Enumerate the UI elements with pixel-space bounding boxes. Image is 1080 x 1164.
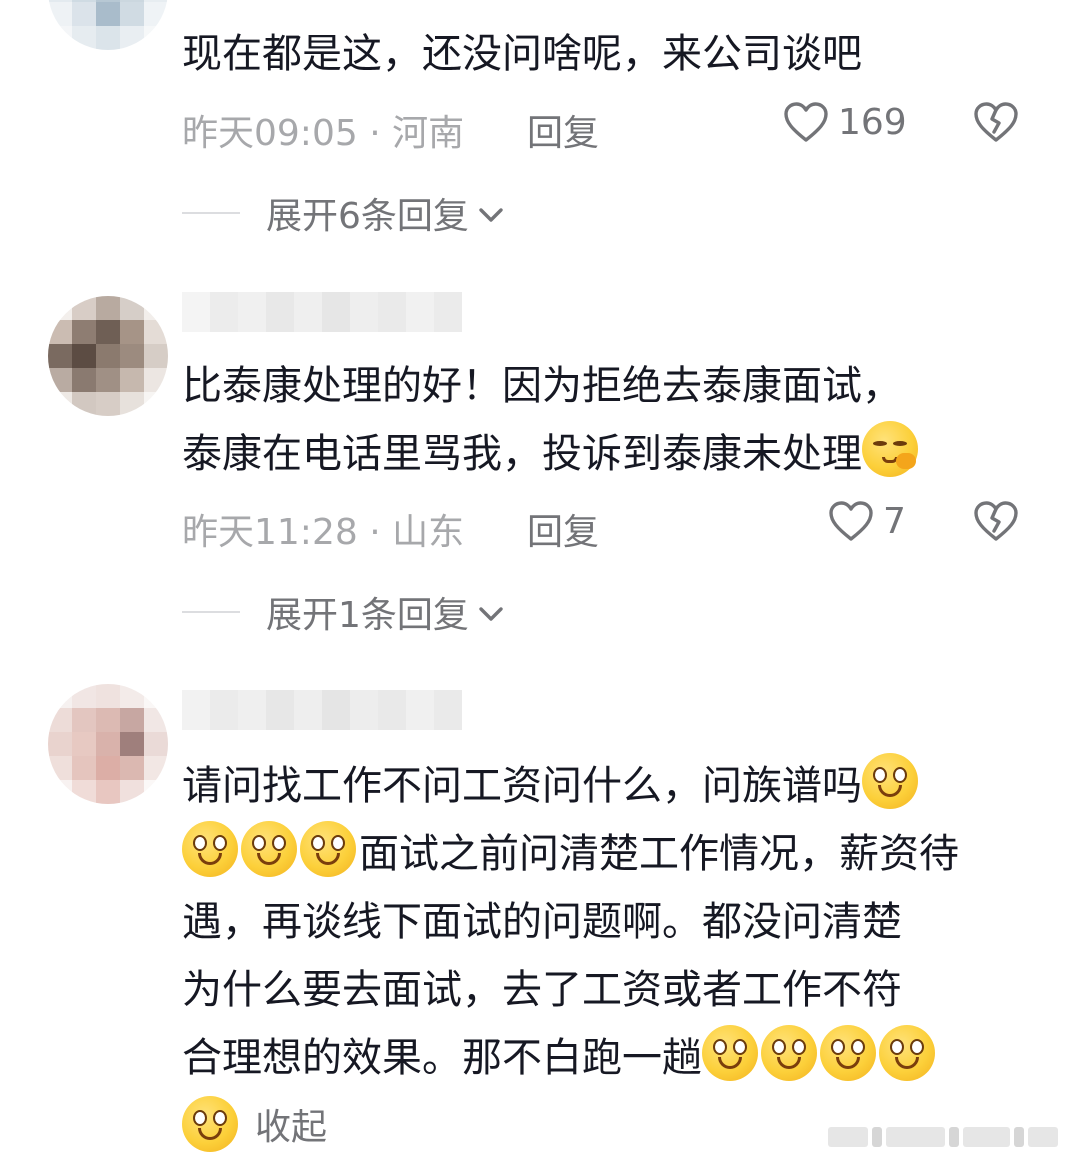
reply-button[interactable]: 回复: [527, 503, 599, 555]
smile-emoji: [300, 821, 356, 877]
comment-text: 请问找工作不问工资问什么，问族谱吗 面试之前问清楚工作情况，薪资待 遇，再谈线下…: [182, 752, 1042, 1092]
smile-emoji: [820, 1025, 876, 1081]
like-button[interactable]: 7: [827, 499, 906, 543]
comment-meta: 昨天09:05 · 河南 回复 169: [182, 100, 1042, 154]
watermark: [828, 1124, 1058, 1150]
comment-text-line: 请问找工作不问工资问什么，问族谱吗: [182, 763, 862, 809]
comment-text-line: 合理想的效果。那不白跑一趟: [182, 1035, 702, 1081]
like-count: 169: [838, 101, 907, 143]
comment-meta: 昨天11:28 · 山东 回复 7: [182, 499, 1042, 553]
comment-text: 比泰康处理的好！因为拒绝去泰康面试， 泰康在电话里骂我，投诉到泰康未处理: [182, 352, 1042, 488]
reply-button[interactable]: 回复: [527, 104, 599, 156]
expand-replies-button[interactable]: 展开1条回复: [182, 587, 682, 637]
comment-text-line: 为什么要去面试，去了工资或者工作不符: [182, 967, 902, 1013]
comment-text: 现在都是这，还没问啥呢，来公司谈吧: [182, 31, 862, 77]
username[interactable]: [182, 292, 462, 332]
expand-replies-label: 展开1条回复: [266, 595, 469, 636]
divider: [182, 611, 240, 613]
smile-emoji: [879, 1025, 935, 1081]
avatar[interactable]: [48, 684, 168, 804]
expand-replies-label: 展开6条回复: [266, 196, 469, 237]
collapse-button[interactable]: 收起: [255, 1098, 327, 1150]
divider: [182, 212, 240, 214]
expand-replies-button[interactable]: 展开6条回复: [182, 188, 682, 238]
smile-emoji: [761, 1025, 817, 1081]
heart-outline-icon: [827, 499, 875, 543]
comment-text-line: 面试之前问清楚工作情况，薪资待: [359, 831, 959, 877]
comment-text-line: 比泰康处理的好！因为拒绝去泰康面试，: [182, 363, 902, 409]
broken-heart-icon: [972, 499, 1020, 543]
dislike-button[interactable]: [972, 499, 1020, 543]
broken-heart-icon: [972, 100, 1020, 144]
dislike-button[interactable]: [972, 100, 1020, 144]
avatar[interactable]: [48, 0, 168, 50]
comment-text-line: 遇，再谈线下面试的问题啊。都没问清楚: [182, 899, 902, 945]
chevron-down-icon: [477, 592, 505, 633]
smile-emoji: [182, 821, 238, 877]
username[interactable]: [182, 690, 462, 730]
avatar[interactable]: [48, 296, 168, 416]
chevron-down-icon: [477, 193, 505, 234]
like-count: 7: [883, 500, 906, 542]
shy-emoji: [862, 421, 918, 477]
smile-emoji: [702, 1025, 758, 1081]
smile-emoji: [241, 821, 297, 877]
comment-time-location: 昨天09:05 · 河南: [182, 113, 465, 154]
like-button[interactable]: 169: [782, 100, 907, 144]
heart-outline-icon: [782, 100, 830, 144]
comment-text-line: 泰康在电话里骂我，投诉到泰康未处理: [182, 431, 862, 477]
comment-time-location: 昨天11:28 · 山东: [182, 512, 465, 553]
smile-emoji: [862, 753, 918, 809]
collapse-row: 收起: [182, 1094, 327, 1154]
smile-emoji: [182, 1096, 238, 1152]
